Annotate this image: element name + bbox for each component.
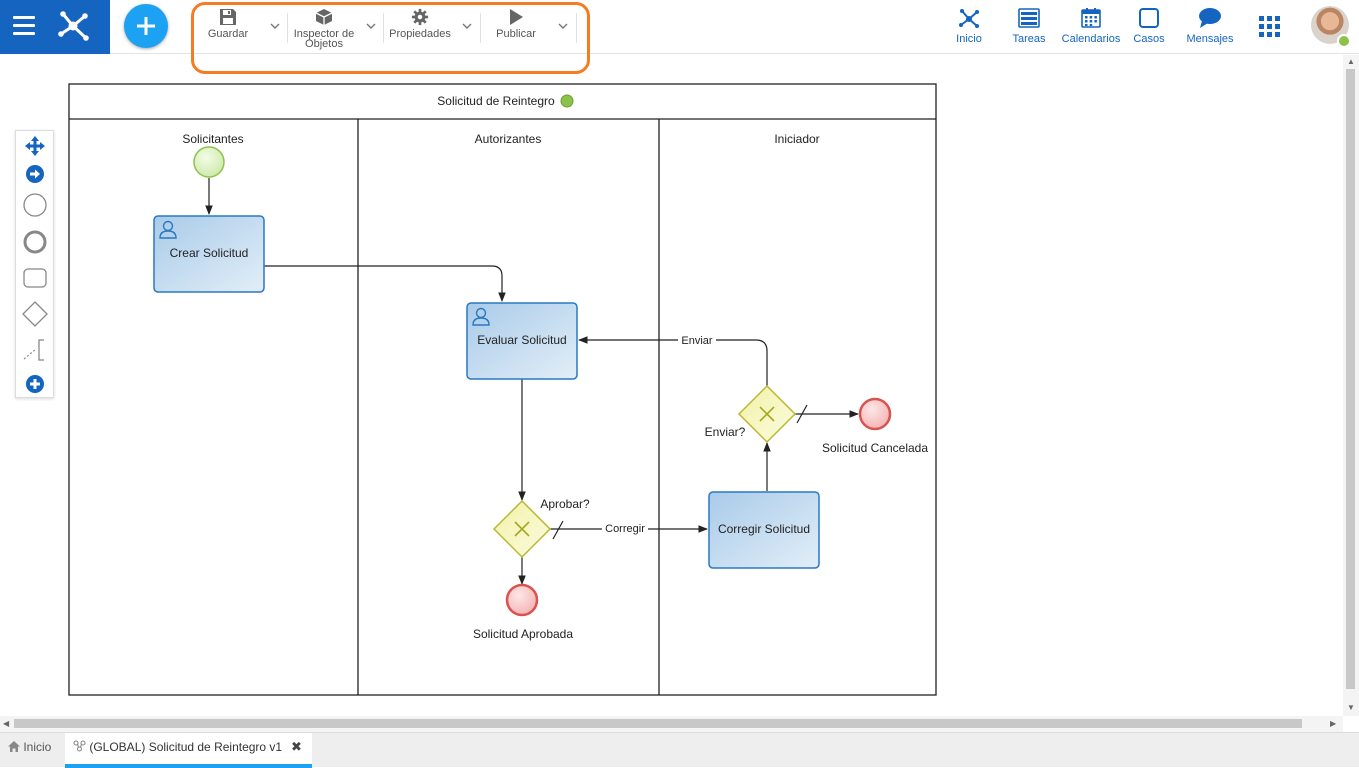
scroll-right-arrow[interactable]: ▶ [1330,719,1336,728]
close-icon[interactable]: ✖ [291,733,302,761]
nav-tasks[interactable]: Tareas [1008,7,1050,45]
gateway-label-aprobar[interactable]: Aprobar? [540,497,590,511]
network-icon [959,9,979,28]
object-inspector-button[interactable]: Inspector de Objetos [290,8,358,50]
task-evaluar-solicitud[interactable]: Evaluar Solicitud [466,302,578,380]
brand-logo-icon[interactable] [55,8,91,44]
task-label: Evaluar Solicitud [477,333,566,347]
end-event-label-approved[interactable]: Solicitud Aprobada [473,627,573,641]
chat-bubble-icon [1199,8,1221,28]
pool-title[interactable]: Solicitud de Reintegro [437,94,555,108]
lane-title-autorizantes[interactable]: Autorizantes [475,132,542,146]
nav-cases[interactable]: Casos [1130,7,1168,45]
brand-area [0,0,110,54]
flow-label-corregir[interactable]: Corregir [605,523,645,535]
process-diagram-canvas[interactable]: Solicitud de Reintegro Solicitantes Auto… [0,55,1343,716]
annotation-tool-icon[interactable] [22,337,48,363]
publish-chevron-down-icon[interactable] [558,22,568,30]
vertical-scroll-thumb[interactable] [1346,69,1355,689]
tab-home-label: Inicio [23,740,52,754]
play-icon [510,9,523,25]
task-crear-solicitud[interactable]: Crear Solicitud [153,215,265,293]
gateway-tool-icon[interactable] [22,301,48,327]
end-event-label-cancelled[interactable]: Solicitud Cancelada [822,441,928,455]
bottom-tab-bar: Inicio (GLOBAL) Solicitud de Reintegro v… [0,732,1359,768]
nav-calendars-label: Calendarios [1061,33,1121,45]
toolbar-divider [383,13,384,43]
hamburger-menu-icon[interactable] [13,16,35,36]
online-status-indicator [1337,34,1351,48]
toolbar-divider [287,13,288,43]
horizontal-scroll-thumb[interactable] [14,719,1302,728]
end-event-tool-icon[interactable] [22,229,48,255]
move-arrows-icon[interactable] [22,133,48,159]
top-bar: Guardar Inspector de Objetos Propiedades… [0,0,1359,74]
connector-arrow-icon[interactable] [22,161,48,187]
save-label: Guardar [207,28,249,40]
start-event[interactable] [193,146,225,178]
tab-process-diagram[interactable]: (GLOBAL) Solicitud de Reintegro v1 ✖ [65,733,312,768]
nav-messages[interactable]: Mensajes [1184,7,1236,45]
gear-icon [411,8,429,26]
tab-process-label: (GLOBAL) Solicitud de Reintegro v1 [89,740,283,754]
flow-label-enviar[interactable]: Enviar [681,335,713,347]
floppy-disk-icon [220,9,236,25]
scroll-up-arrow[interactable]: ▲ [1347,57,1355,66]
start-event-tool-icon[interactable] [22,192,48,218]
cube-icon [315,9,333,25]
properties-chevron-down-icon[interactable] [462,22,472,30]
tab-home[interactable]: Inicio [8,733,51,768]
plus-icon [137,17,155,35]
toolbar-divider [480,13,481,43]
square-icon [1139,8,1159,28]
more-tools-plus-icon[interactable] [22,371,48,397]
inspector-label-line2: Objetos [305,38,343,50]
publish-label: Publicar [496,28,536,40]
tasks-icon [1018,8,1040,28]
save-button[interactable]: Guardar [203,8,253,40]
lane-title-iniciador[interactable]: Iniciador [774,132,819,146]
inspector-chevron-down-icon[interactable] [366,22,376,30]
publish-button[interactable]: Publicar [492,8,540,40]
pool-status-indicator [560,94,574,108]
nav-home-label: Inicio [956,33,982,45]
task-label: Crear Solicitud [170,246,249,260]
process-diagram-icon [73,740,86,752]
home-icon [8,741,20,752]
scroll-down-arrow[interactable]: ▼ [1347,703,1355,712]
nav-cases-label: Casos [1133,33,1165,45]
gateway-label-enviar[interactable]: Enviar? [705,425,746,439]
scroll-left-arrow[interactable]: ◀ [3,719,9,728]
toolbar-divider [576,13,577,43]
horizontal-scrollbar[interactable]: ◀ ▶ [0,716,1343,732]
vertical-scrollbar[interactable]: ▲ ▼ [1343,55,1359,716]
end-event-approved[interactable] [505,583,539,617]
properties-button[interactable]: Propiedades [386,8,454,40]
save-chevron-down-icon[interactable] [270,22,280,30]
nav-tasks-label: Tareas [1012,33,1046,45]
end-event-cancelled[interactable] [858,397,892,431]
shape-palette [15,130,54,398]
nav-calendars[interactable]: Calendarios [1060,7,1122,45]
lane-title-solicitantes[interactable]: Solicitantes [182,132,243,146]
apps-grid-icon[interactable] [1259,16,1280,37]
properties-label: Propiedades [389,28,451,40]
add-button[interactable] [124,4,168,48]
nav-messages-label: Mensajes [1186,33,1234,45]
task-tool-icon[interactable] [22,265,48,291]
pool-frame[interactable] [68,83,937,696]
nav-home[interactable]: Inicio [950,7,988,45]
task-label: Corregir Solicitud [718,522,810,536]
task-corregir-solicitud[interactable]: Corregir Solicitud [708,491,820,569]
calendar-icon [1081,8,1101,28]
